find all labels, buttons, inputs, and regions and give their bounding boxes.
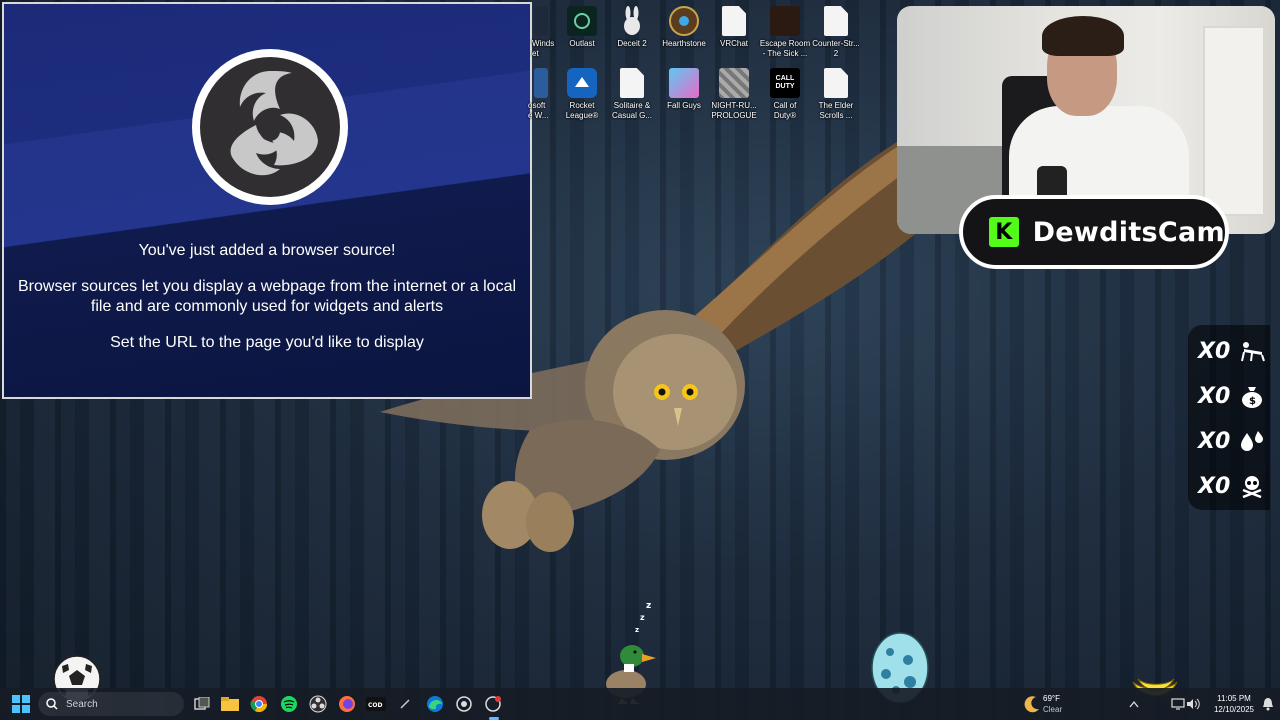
clock-date[interactable]: 12/10/2025 [1206,705,1262,715]
counter-money: X0 $ [1198,380,1266,412]
desktop-icon-elder-scrolls[interactable]: The Elder Scrolls ... [808,68,864,121]
panel-title: You've just added a browser source! [138,242,396,259]
desktop-icon-deceit[interactable]: Deceit 2 [604,6,660,49]
panel-description: Browser sources let you display a webpag… [17,278,517,315]
chrome-icon[interactable] [247,692,271,716]
svg-text:z: z [640,613,645,622]
panel-instruction: Set the URL to the page you'd like to di… [110,334,424,351]
desktop-icon-fall-guys[interactable]: Fall Guys [656,68,712,111]
desktop-icon-vrchat[interactable]: VRChat [706,6,762,49]
document-icon [620,68,644,98]
chevron-up-icon[interactable] [1122,692,1146,716]
money-bag-icon: $ [1238,382,1266,410]
pushups-icon [1238,337,1266,365]
challenge-counters: X0 X0 $ X0 X0 [1188,325,1270,510]
streamer-hair [1042,16,1124,56]
file-explorer-icon[interactable] [218,692,242,716]
webcam-name-badge: K DewditsCam [959,195,1229,269]
obs-logo-icon [192,49,348,205]
water-drops-icon [1238,427,1266,455]
edge-icon[interactable] [423,692,447,716]
obs-icon[interactable] [306,692,330,716]
counter-pushups: X0 [1198,335,1266,367]
desktop-icon-counter-strike[interactable]: Counter-Str... 2 [808,6,864,59]
weather-desc[interactable]: Clear [1043,705,1062,715]
document-icon [824,68,848,98]
taskbar-search-input[interactable]: Search [38,692,184,716]
windows-start-icon[interactable] [9,692,33,716]
steam-icon[interactable] [452,692,476,716]
svg-text:z: z [646,601,651,611]
call-of-duty-icon: CALL DUTY [770,68,800,98]
volume-icon[interactable] [1181,692,1205,716]
game-icon [534,6,548,36]
document-icon [722,6,746,36]
door [1203,26,1265,216]
taskbar: Search COD 69°F Clear 11:05 PM 12/10/202… [0,688,1280,720]
desktop-icon-night-runners[interactable]: NIGHT-RU... PROLOGUE [706,68,762,121]
app-icon[interactable] [393,692,417,716]
desktop-icon-escape-room[interactable]: Escape Room - The Sick ... [757,6,813,59]
desktop-icon-rocket-league[interactable]: Rocket League® [554,68,610,121]
svg-text:COD: COD [368,702,383,709]
notification-bell-icon[interactable] [1256,692,1280,716]
task-view-icon[interactable] [190,692,214,716]
search-icon [46,698,58,710]
desktop-icon-outlast[interactable]: Outlast [554,6,610,49]
desktop-icon-call-of-duty[interactable]: CALL DUTY Call of Duty® [757,68,813,121]
hearthstone-icon [669,6,699,36]
counter-water: X0 [1198,425,1266,457]
desktop-icon-hearthstone[interactable]: Hearthstone [656,6,712,49]
channel-name: DewditsCam [1032,216,1225,248]
rabbit-icon [617,6,647,36]
spotify-icon[interactable] [277,692,301,716]
clock-time[interactable]: 11:05 PM [1206,694,1262,704]
kick-icon: K [989,217,1019,247]
recording-icon[interactable] [481,692,505,716]
counter-deaths: X0 [1198,470,1266,502]
game-icon [719,68,749,98]
browser-source-panel: You've just added a browser source! Brow… [2,2,532,399]
rocket-league-icon [567,68,597,98]
fall-guys-icon [669,68,699,98]
call-of-duty-icon[interactable]: COD [364,692,388,716]
weather-temp[interactable]: 69°F [1043,694,1060,704]
firefox-icon[interactable] [335,692,359,716]
app-icon [534,68,548,98]
svg-text:z: z [635,626,639,634]
outlast-icon [567,6,597,36]
weather-moon-icon[interactable] [1020,692,1044,716]
skull-crossbones-icon [1238,472,1266,500]
game-icon [770,6,800,36]
document-icon [824,6,848,36]
svg-text:$: $ [1249,396,1256,407]
desktop-icon-solitaire[interactable]: Solitaire & Casual G... [604,68,660,121]
